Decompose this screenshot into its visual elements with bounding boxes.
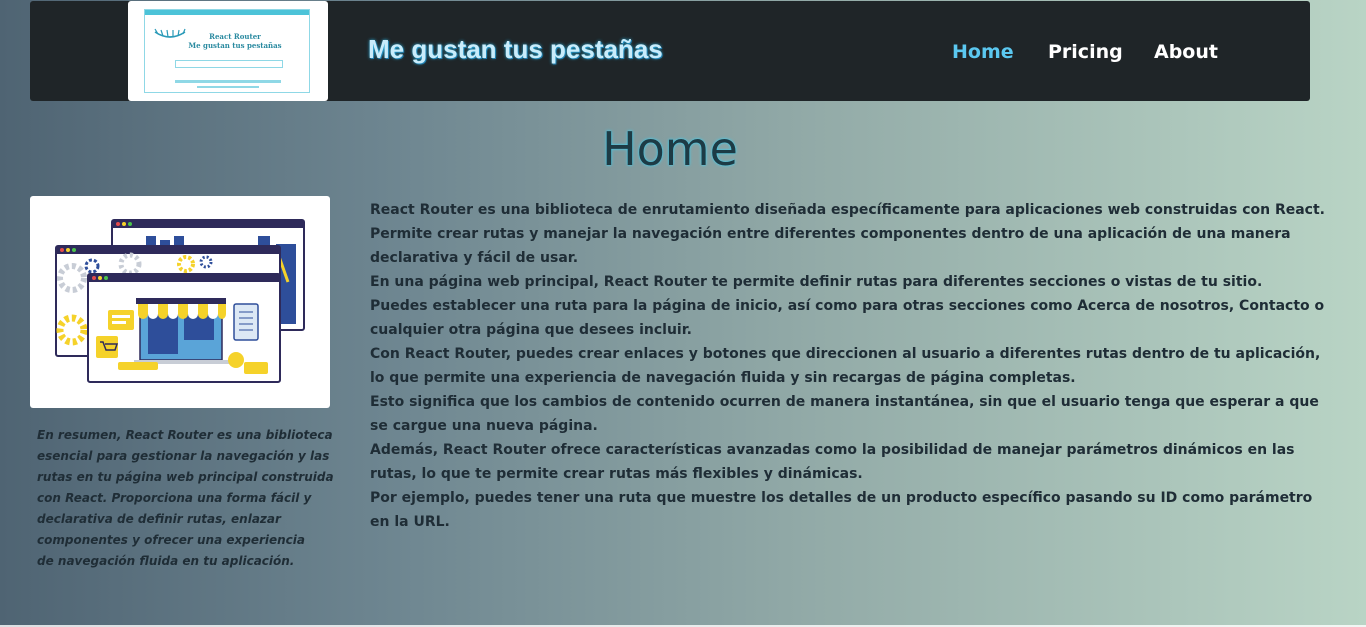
body-line: en la URL. <box>370 514 450 530</box>
site-logo[interactable]: React Router Me gustan tus pestañas <box>128 1 328 101</box>
body-line: Puedes establecer una ruta para la págin… <box>370 298 1325 314</box>
illustration-caption: En resumen, React Router es una bibliote… <box>37 425 334 572</box>
logo-text: React Router Me gustan tus pestañas <box>175 32 295 50</box>
caption-line: declarativa de definir rutas, enlazar <box>37 512 281 526</box>
caption-line: con React. Proporciona una forma fácil y <box>37 491 312 505</box>
logo-divider <box>175 80 281 83</box>
main-nav: Home Pricing About <box>930 41 1310 65</box>
site-title: Me gustan tus pestañas <box>368 34 663 64</box>
body-line: React Router es una biblioteca de enruta… <box>370 202 1325 218</box>
illustration-graphic <box>55 219 305 383</box>
nav-link-about[interactable]: About <box>1154 41 1218 63</box>
nav-link-home[interactable]: Home <box>952 41 1014 63</box>
body-line: En una página web principal, React Route… <box>370 274 1263 290</box>
logo-divider <box>197 86 259 88</box>
navbar: React Router Me gustan tus pestañas Me g… <box>30 1 1310 101</box>
body-line: se cargue una nueva página. <box>370 418 598 434</box>
logo-frame: React Router Me gustan tus pestañas <box>144 9 310 93</box>
page-title: Home <box>602 122 738 176</box>
caption-line: esencial para gestionar la navegación y … <box>37 449 330 463</box>
body-line: Por ejemplo, puedes tener una ruta que m… <box>370 490 1313 506</box>
caption-line: de navegación fluida en tu aplicación. <box>37 554 295 568</box>
caption-line: rutas en tu página web principal constru… <box>37 470 334 484</box>
body-line: Esto significa que los cambios de conten… <box>370 394 1319 410</box>
body-line: cualquier otra página que desees incluir… <box>370 322 692 338</box>
body-line: declarativa y fácil de usar. <box>370 250 579 266</box>
main-body-text: React Router es una biblioteca de enruta… <box>370 198 1330 534</box>
logo-top-bar <box>145 10 309 15</box>
body-line: Permite crear rutas y manejar la navegac… <box>370 226 1291 242</box>
body-line: Además, React Router ofrece característi… <box>370 442 1295 458</box>
logo-search-bar <box>175 60 283 68</box>
caption-line: componentes y ofrecer una experiencia <box>37 533 305 547</box>
logo-text-line1: React Router <box>209 32 261 41</box>
body-line: Con React Router, puedes crear enlaces y… <box>370 346 1321 362</box>
web-browser-store-illustration <box>30 196 330 408</box>
body-line: rutas, lo que te permite crear rutas más… <box>370 466 863 482</box>
body-line: lo que permite una experiencia de navega… <box>370 370 1076 386</box>
nav-link-pricing[interactable]: Pricing <box>1048 41 1123 63</box>
caption-line: En resumen, React Router es una bibliote… <box>37 428 333 442</box>
logo-text-line2: Me gustan tus pestañas <box>188 41 282 50</box>
